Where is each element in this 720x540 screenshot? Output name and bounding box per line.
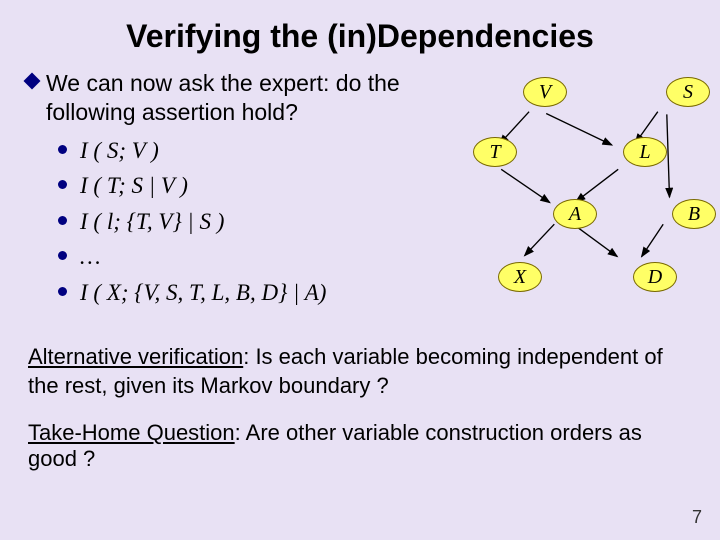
node-l: L [623, 137, 667, 167]
alternative-verification: Alternative verification: Is each variab… [28, 343, 692, 400]
diamond-bullet-icon [24, 73, 41, 90]
node-x: X [498, 262, 542, 292]
page-number: 7 [692, 507, 702, 528]
list-item: I ( X; {V, S, T, L, B, D} | A) [58, 275, 458, 311]
assertion-list: I ( S; V ) I ( T; S | V ) I ( l; {T, V} … [58, 133, 458, 311]
body-row: We can now ask the expert: do the follow… [28, 69, 692, 329]
node-v: V [523, 77, 567, 107]
lead-text: We can now ask the expert: do the follow… [46, 70, 400, 125]
take-home-question: Take-Home Question: Are other variable c… [28, 420, 692, 472]
bayes-net-graph: V S T L A B X D [458, 69, 692, 329]
alt-label: Alternative verification [28, 344, 243, 369]
node-t: T [473, 137, 517, 167]
take-home-label: Take-Home Question [28, 420, 235, 445]
node-d: D [633, 262, 677, 292]
slide-title: Verifying the (in)Dependencies [28, 18, 692, 55]
slide: Verifying the (in)Dependencies We can no… [0, 0, 720, 540]
node-a: A [553, 199, 597, 229]
list-item: … [58, 239, 458, 275]
list-item: I ( T; S | V ) [58, 168, 458, 204]
lead-paragraph: We can now ask the expert: do the follow… [28, 69, 458, 127]
node-b: B [672, 199, 716, 229]
text-column: We can now ask the expert: do the follow… [28, 69, 458, 329]
node-s: S [666, 77, 710, 107]
list-item: I ( l; {T, V} | S ) [58, 204, 458, 240]
list-item: I ( S; V ) [58, 133, 458, 169]
